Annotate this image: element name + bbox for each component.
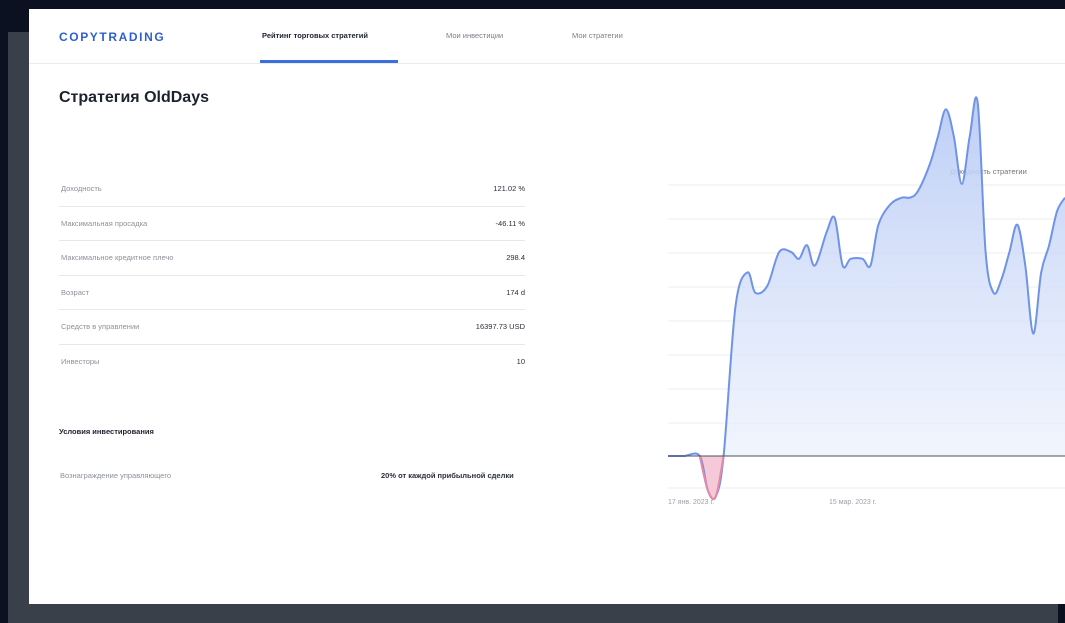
- x-tick-label: 17 янв. 2023 г.: [668, 499, 714, 506]
- frame-edge: [1058, 604, 1065, 623]
- main-card: COPYTRADING Рейтинг торговых стратегий М…: [29, 9, 1065, 604]
- x-tick-label: 15 мар. 2023 г.: [829, 499, 876, 506]
- return-chart: 17 янв. 2023 г. 15 мар. 2023 г.: [668, 96, 1065, 506]
- area-fill: [668, 97, 1065, 500]
